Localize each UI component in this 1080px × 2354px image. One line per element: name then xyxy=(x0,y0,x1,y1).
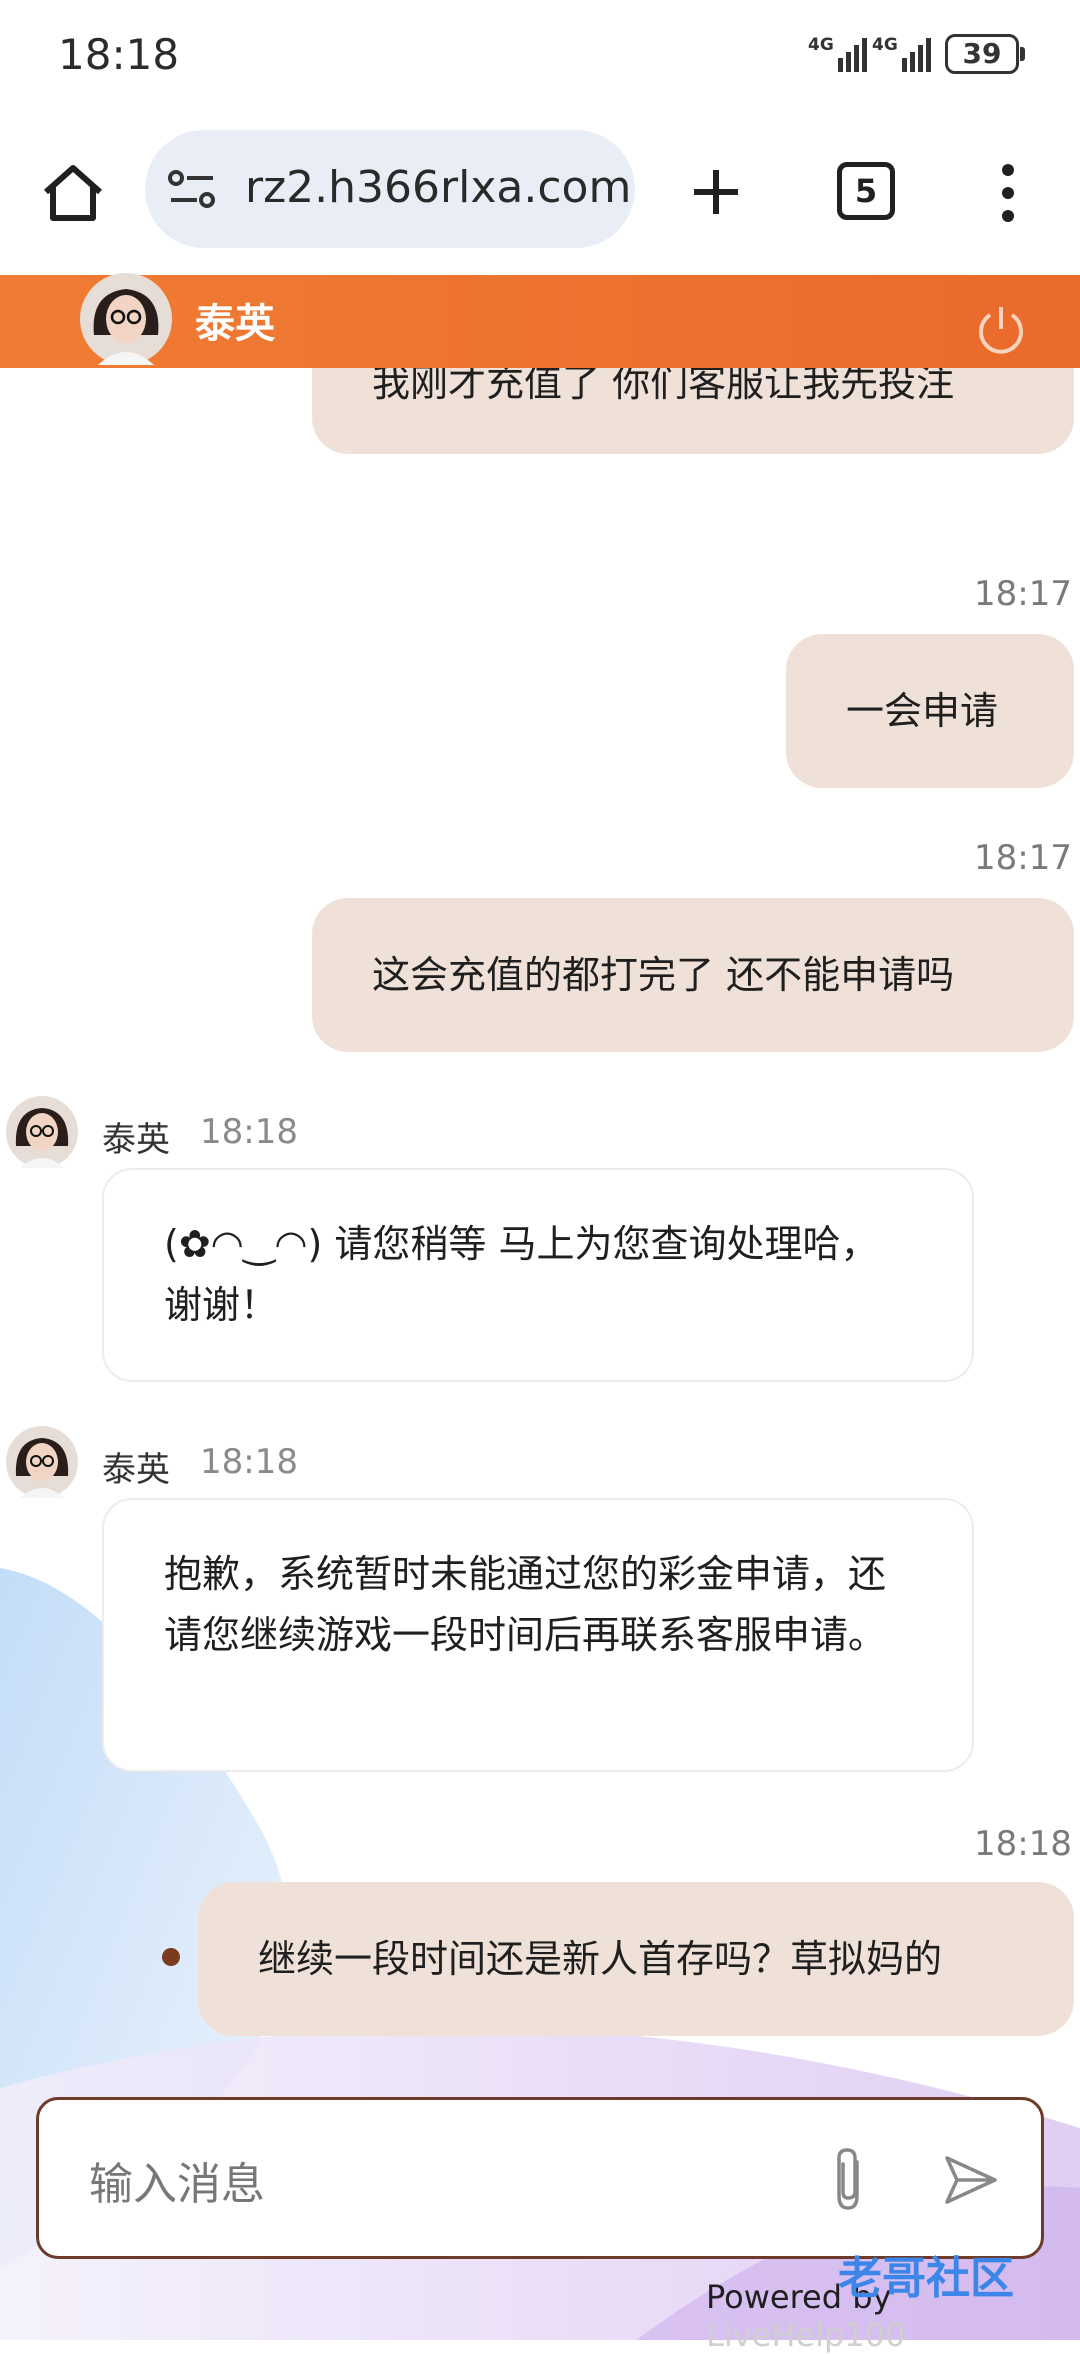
browser-toolbar: rz2.h366rlxa.com 5 xyxy=(0,110,1080,275)
agent-message-header: 泰英 18:18 xyxy=(0,1420,400,1500)
message-input-placeholder: 输入消息 xyxy=(89,2159,265,2210)
battery-indicator: 39 xyxy=(945,34,1025,74)
message-bubble-outgoing: 一会申请 xyxy=(786,634,1074,788)
message-text: (✿◠‿◠) 请您稍等 马上为您查询处理哈，谢谢！ xyxy=(164,1222,879,1327)
message-time: 18:17 xyxy=(974,838,1072,878)
message-bubble-outgoing: 这会充值的都打完了 还不能申请吗 xyxy=(312,898,1074,1052)
signal-icon: 4G xyxy=(808,35,867,72)
agent-name: 泰英 xyxy=(102,1120,170,1160)
chat-header: 泰英 xyxy=(0,273,1080,368)
message-input[interactable]: 输入消息 xyxy=(36,2097,1044,2259)
network-label-2: 4G xyxy=(872,35,898,55)
new-tab-icon[interactable] xyxy=(690,166,742,218)
message-text: 一会申请 xyxy=(846,689,999,733)
message-text: 继续一段时间还是新人首存吗？草拟妈的 xyxy=(258,1937,943,1981)
message-bubble-incoming: (✿◠‿◠) 请您稍等 马上为您查询处理哈，谢谢！ xyxy=(102,1168,974,1382)
message-bubble-outgoing: 我刚才充值了 你们客服让我先投注 xyxy=(312,368,1074,454)
agent-name: 泰英 xyxy=(102,1450,170,1490)
message-time: 18:17 xyxy=(974,574,1072,614)
powered-by-brand[interactable]: LiveHelp100 xyxy=(706,2316,905,2354)
address-bar[interactable]: rz2.h366rlxa.com xyxy=(145,130,635,248)
signal-icon-2: 4G xyxy=(872,35,931,72)
attachment-icon[interactable] xyxy=(827,2144,871,2214)
home-icon[interactable] xyxy=(40,160,106,226)
agent-avatar xyxy=(6,1096,78,1168)
message-time: 18:18 xyxy=(200,1442,298,1482)
unread-dot-icon xyxy=(162,1948,180,1966)
chat-header-name: 泰英 xyxy=(195,301,275,347)
message-time: 18:18 xyxy=(200,1112,298,1152)
status-time: 18:18 xyxy=(58,30,180,79)
power-icon[interactable] xyxy=(976,303,1026,355)
site-settings-icon[interactable] xyxy=(167,168,217,212)
tab-switcher-button[interactable]: 5 xyxy=(837,162,895,220)
status-bar: 18:18 4G 4G 39 xyxy=(0,0,1080,110)
send-icon[interactable] xyxy=(941,2150,1001,2210)
message-text: 抱歉，系统暂时未能通过您的彩金申请，还请您继续游戏一段时间后再联系客服申请。 xyxy=(164,1552,887,1657)
agent-avatar xyxy=(80,273,172,365)
message-bubble-outgoing: 继续一段时间还是新人首存吗？草拟妈的 xyxy=(198,1882,1074,2036)
message-time: 18:18 xyxy=(974,1824,1072,1864)
network-label-1: 4G xyxy=(808,35,834,55)
url-text: rz2.h366rlxa.com xyxy=(245,162,632,213)
message-text: 我刚才充值了 你们客服让我先投注 xyxy=(372,368,955,405)
message-text: 这会充值的都打完了 还不能申请吗 xyxy=(372,953,955,997)
more-menu-icon[interactable] xyxy=(996,160,1020,226)
agent-avatar xyxy=(6,1426,78,1498)
agent-message-header: 泰英 18:18 xyxy=(0,1090,400,1170)
watermark-logo: 老哥社区 xyxy=(838,2253,1014,2304)
chat-messages[interactable]: 我刚才充值了 你们客服让我先投注 18:17 一会申请 18:17 这会充值的都… xyxy=(0,368,1080,2340)
message-bubble-incoming: 抱歉，系统暂时未能通过您的彩金申请，还请您继续游戏一段时间后再联系客服申请。 xyxy=(102,1498,974,1772)
